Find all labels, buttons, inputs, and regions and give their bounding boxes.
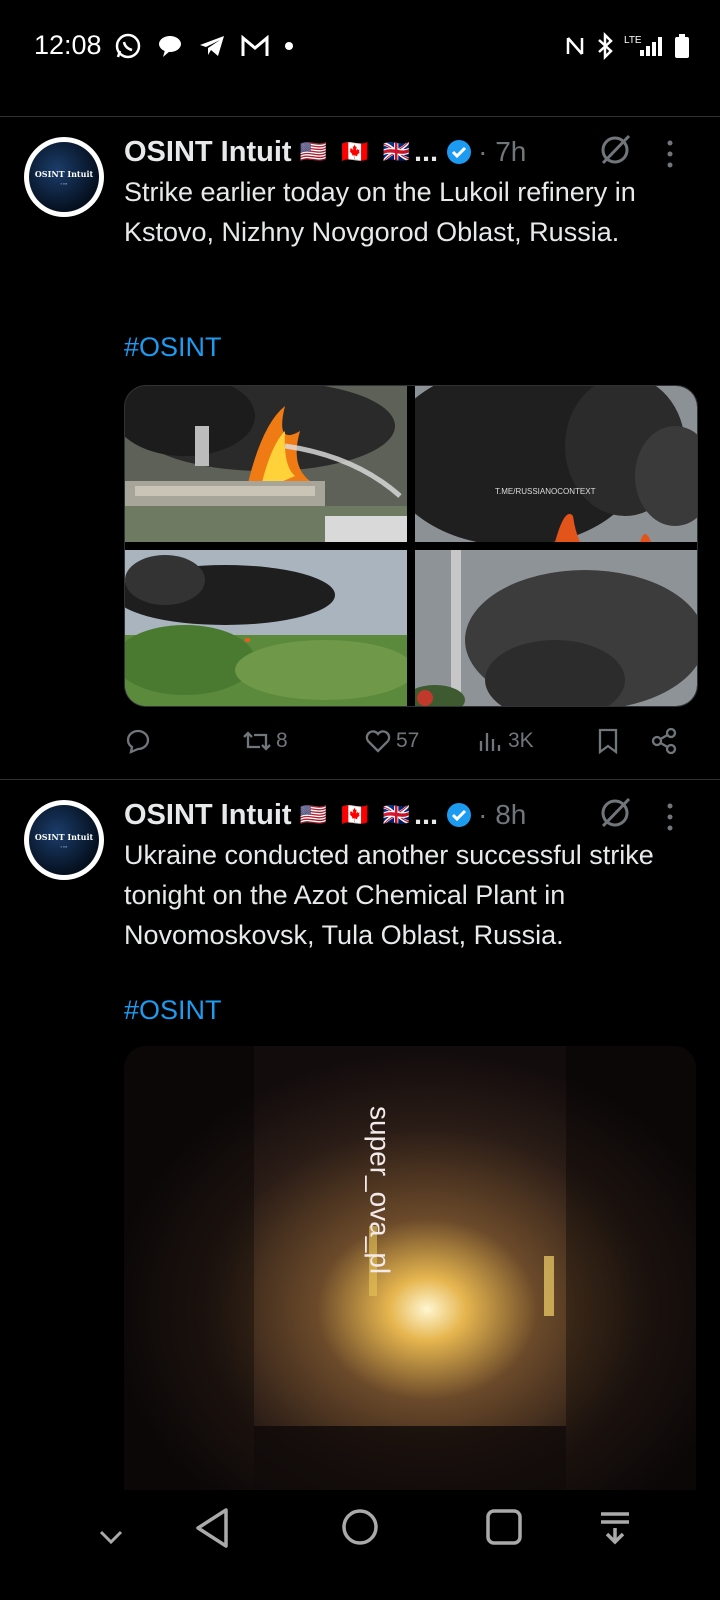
media-image-4[interactable] [415,550,697,706]
telegram-icon [198,32,226,60]
author-name[interactable]: OSINT Intuit [124,799,292,832]
tweet-time: · 7h [478,136,527,167]
retweet-icon [243,731,271,751]
lte-signal-icon: LTE [624,32,664,60]
notification-icons [114,32,294,60]
menu-down-icon[interactable] [595,1506,635,1548]
more-options-icon[interactable] [664,139,676,169]
gmail-icon [240,32,270,60]
media-image-3[interactable] [125,550,407,706]
hashtag-link[interactable]: #OSINT [124,995,222,1026]
tweet-1[interactable]: OSINT Intuit ▪ ▪▪▪ OSINT Intuit 🇺🇸 🇨🇦 🇬🇧 … [0,117,720,779]
tweet-header: OSINT Intuit 🇺🇸 🇨🇦 🇬🇧 ... · 8h [124,797,526,833]
nfc-icon [564,32,586,60]
views-button[interactable]: 3K [478,727,534,755]
recents-icon[interactable] [484,1506,524,1548]
grok-icon[interactable] [598,133,632,167]
tweet-2[interactable]: OSINT Intuit ▪ ▪▪▪ OSINT Intuit 🇺🇸 🇨🇦 🇬🇧 … [0,780,720,1516]
watermark-text: T.ME/RUSSIANOCONTEXT [495,487,596,496]
status-bar: 12:08 LTE [0,0,720,100]
retweet-button[interactable]: 8 [242,727,288,755]
battery-icon [674,32,690,60]
share-button[interactable] [650,727,678,755]
views-icon [479,733,501,751]
heart-icon [365,730,391,753]
media-video[interactable]: super_ova_pl [124,1046,696,1516]
bookmark-button[interactable] [596,727,620,755]
tweet-actions: 8 57 3K [124,727,704,767]
media-grid[interactable]: T.ME/RUSSIANOCONTEXT [124,385,698,707]
grok-icon[interactable] [598,796,632,830]
reply-icon [126,729,150,754]
name-ellipsis: ... [413,798,439,831]
like-count: 57 [396,729,420,752]
share-icon [651,727,677,755]
back-icon[interactable] [192,1506,232,1550]
verified-badge-icon [447,140,472,164]
avatar[interactable]: OSINT Intuit ▪ ▪▪▪ [24,800,104,880]
retweet-count: 8 [276,729,288,752]
tweet-text: Ukraine conducted another successful str… [124,840,654,950]
status-time: 12:08 [34,30,102,60]
tweet-text: Strike earlier today on the Lukoil refin… [124,177,636,247]
network-label: LTE [624,35,642,46]
whatsapp-icon [114,32,142,60]
video-overlay-text: super_ova_pl [365,1106,396,1274]
tweet-header: OSINT Intuit 🇺🇸 🇨🇦 🇬🇧 ... · 7h [124,134,526,170]
avatar-label: OSINT Intuit [34,168,94,179]
dot-icon [284,32,294,60]
media-image-1[interactable] [125,386,407,542]
author-name[interactable]: OSINT Intuit [124,136,292,169]
like-button[interactable]: 57 [364,727,419,755]
bookmark-icon [598,728,618,755]
flags: 🇺🇸 🇨🇦 🇬🇧 [299,139,414,164]
system-nav-bar [0,1490,720,1600]
more-options-icon[interactable] [664,802,676,832]
flags: 🇺🇸 🇨🇦 🇬🇧 [299,802,414,827]
avatar[interactable]: OSINT Intuit ▪ ▪▪▪ [24,137,104,217]
reply-button[interactable] [124,727,152,755]
verified-badge-icon [447,803,472,827]
bluetooth-icon [596,32,614,60]
avatar-label: OSINT Intuit [34,831,94,842]
media-image-2[interactable]: T.ME/RUSSIANOCONTEXT [415,386,697,542]
tweet-time: · 8h [478,799,527,830]
hashtag-link[interactable]: #OSINT [124,332,222,363]
chevron-down-icon[interactable] [94,1520,128,1554]
view-count: 3K [508,729,534,752]
name-ellipsis: ... [413,135,439,168]
system-icons: LTE [564,32,690,60]
chat-bubble-icon [156,32,184,60]
video-frame: super_ova_pl [124,1046,696,1516]
home-icon[interactable] [340,1506,380,1548]
